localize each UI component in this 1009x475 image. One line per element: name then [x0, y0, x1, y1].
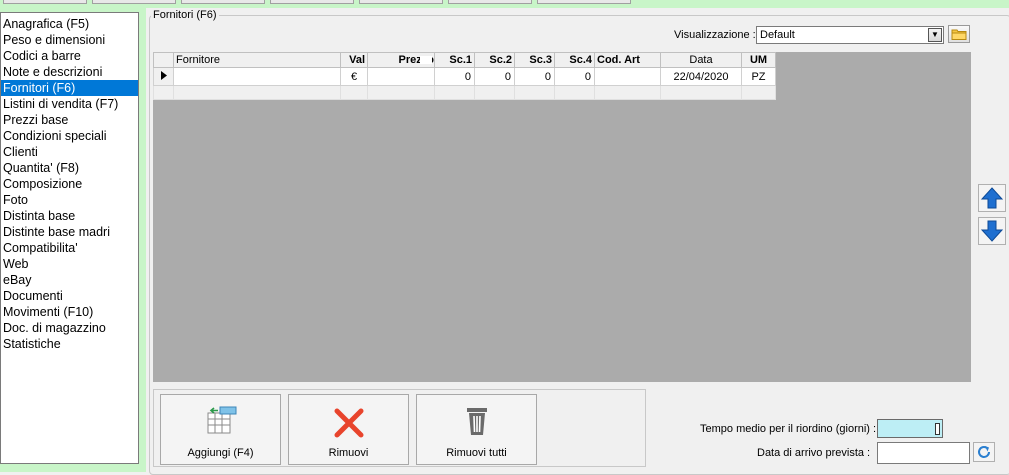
cell-sc3[interactable]: 0: [514, 67, 555, 86]
sidebar-item-prezzi-base[interactable]: Prezzi base: [1, 112, 138, 128]
sidebar-item-distinta-base[interactable]: Distinta base: [1, 208, 138, 224]
sidebar-item-doc-magazzino[interactable]: Doc. di magazzino: [1, 320, 138, 336]
add-row-icon: [207, 406, 236, 434]
groupbox-title: Fornitori (F6): [151, 9, 219, 21]
cell-empty[interactable]: [474, 85, 515, 100]
top-tab[interactable]: [537, 0, 631, 4]
cell-fornitore-value: [177, 68, 312, 82]
sidebar-item-ebay[interactable]: eBay: [1, 272, 138, 288]
text-caret: [935, 423, 940, 435]
table-row[interactable]: € 0 0 0 0 22/04/2020 PZ: [153, 67, 776, 86]
cell-empty[interactable]: [434, 85, 475, 100]
cell-data[interactable]: 22/04/2020: [660, 67, 742, 86]
remove-button[interactable]: Rimuovi: [288, 394, 409, 465]
sidebar-item-distinte-base-madri[interactable]: Distinte base madri: [1, 224, 138, 240]
visualizzazione-select[interactable]: Default ▼: [756, 26, 944, 44]
row-indicator-header: [153, 52, 174, 68]
suppliers-grid-background: [153, 52, 971, 382]
cell-empty[interactable]: [367, 85, 435, 100]
cell-empty[interactable]: [741, 85, 776, 100]
remove-x-icon: [334, 408, 363, 438]
col-header-sc3[interactable]: Sc.3: [514, 52, 555, 68]
cell-empty[interactable]: [554, 85, 595, 100]
cell-empty[interactable]: [340, 85, 368, 100]
sidebar-item-web[interactable]: Web: [1, 256, 138, 272]
col-header-fornitore[interactable]: Fornitore: [173, 52, 341, 68]
cell-empty[interactable]: [514, 85, 555, 100]
trash-icon: [466, 408, 487, 435]
tempo-riordino-label: Tempo medio per il riordino (giorni) :: [700, 423, 877, 435]
sidebar-item-peso-dimensioni[interactable]: Peso e dimensioni: [1, 32, 138, 48]
remove-all-button[interactable]: Rimuovi tutti: [416, 394, 537, 465]
move-up-button[interactable]: [978, 184, 1006, 212]
sidebar-item-clienti[interactable]: Clienti: [1, 144, 138, 160]
top-tab[interactable]: [270, 0, 354, 4]
cell-empty[interactable]: [594, 85, 661, 100]
row-pointer-cell[interactable]: [153, 67, 174, 86]
tempo-riordino-input[interactable]: [877, 419, 943, 438]
col-header-sc2[interactable]: Sc.2: [474, 52, 515, 68]
sidebar-item-condizioni-speciali[interactable]: Condizioni speciali: [1, 128, 138, 144]
sidebar-item-listini-vendita[interactable]: Listini di vendita (F7): [1, 96, 138, 112]
sidebar-item-note-descrizioni[interactable]: Note e descrizioni: [1, 64, 138, 80]
grid-header-row: Fornitore Val Prezzo Sc.1 Sc.2 Sc.3 Sc.4…: [153, 52, 776, 68]
sidebar-item-anagrafica[interactable]: Anagrafica (F5): [1, 16, 138, 32]
cell-sc1[interactable]: 0: [434, 67, 475, 86]
cell-empty[interactable]: [173, 85, 341, 100]
visualizzazione-value: Default: [760, 29, 795, 41]
visualizzazione-label: Visualizzazione :: [674, 29, 756, 41]
sidebar-item-documenti[interactable]: Documenti: [1, 288, 138, 304]
suppliers-grid: Fornitore Val Prezzo Sc.1 Sc.2 Sc.3 Sc.4…: [153, 52, 776, 100]
cell-fornitore[interactable]: [173, 67, 341, 86]
col-header-um[interactable]: UM: [741, 52, 776, 68]
open-folder-button[interactable]: [948, 25, 970, 43]
data-arrivo-input[interactable]: [877, 442, 970, 464]
move-up-icon: [981, 187, 1003, 209]
row-pointer-icon: [160, 70, 167, 80]
remove-all-label: Rimuovi tutti: [446, 447, 507, 459]
col-header-val[interactable]: Val: [340, 52, 368, 68]
data-arrivo-label: Data di arrivo prevista :: [757, 447, 871, 459]
cell-sc4[interactable]: 0: [554, 67, 595, 86]
cell-um[interactable]: PZ: [741, 67, 776, 86]
col-header-prezzo[interactable]: Prezzo: [367, 52, 435, 68]
sidebar-item-codici-barre[interactable]: Codici a barre: [1, 48, 138, 64]
add-supplier-button[interactable]: Aggiungi (F4): [160, 394, 281, 465]
col-header-data[interactable]: Data: [660, 52, 742, 68]
move-down-icon: [981, 220, 1003, 242]
refresh-date-button[interactable]: [973, 442, 995, 462]
refresh-icon: [978, 446, 990, 458]
cell-cod-art[interactable]: [594, 67, 661, 86]
sidebar-item-movimenti[interactable]: Movimenti (F10): [1, 304, 138, 320]
col-header-cod-art[interactable]: Cod. Art: [594, 52, 661, 68]
sidebar-item-fornitori[interactable]: Fornitori (F6): [1, 80, 138, 96]
cell-empty[interactable]: [660, 85, 742, 100]
add-supplier-label: Aggiungi (F4): [187, 447, 254, 459]
folder-icon: [951, 29, 967, 40]
sidebar-item-quantita[interactable]: Quantita' (F8): [1, 160, 138, 176]
col-header-sc4[interactable]: Sc.4: [554, 52, 595, 68]
move-down-button[interactable]: [978, 217, 1006, 245]
top-tab[interactable]: [359, 0, 443, 4]
cell-prezzo[interactable]: [367, 67, 435, 86]
cell-val[interactable]: €: [340, 67, 368, 86]
sidebar-item-compatibilita[interactable]: Compatibilita': [1, 240, 138, 256]
top-tab[interactable]: [3, 0, 87, 4]
top-tab[interactable]: [92, 0, 176, 4]
sidebar-nav: Anagrafica (F5) Peso e dimensioni Codici…: [0, 12, 139, 464]
top-tab-strip: [0, 0, 1009, 8]
row-pointer-cell[interactable]: [153, 85, 174, 100]
redaction-mask: [420, 56, 432, 65]
top-tab[interactable]: [181, 0, 265, 4]
remove-label: Rimuovi: [328, 447, 369, 459]
top-tab[interactable]: [448, 0, 532, 4]
sidebar-item-composizione[interactable]: Composizione: [1, 176, 138, 192]
dropdown-arrow-icon[interactable]: ▼: [928, 28, 942, 42]
cell-sc2[interactable]: 0: [474, 67, 515, 86]
col-header-sc1[interactable]: Sc.1: [434, 52, 475, 68]
sidebar-item-foto[interactable]: Foto: [1, 192, 138, 208]
table-row-new[interactable]: [153, 85, 776, 100]
sidebar-item-statistiche[interactable]: Statistiche: [1, 336, 138, 352]
